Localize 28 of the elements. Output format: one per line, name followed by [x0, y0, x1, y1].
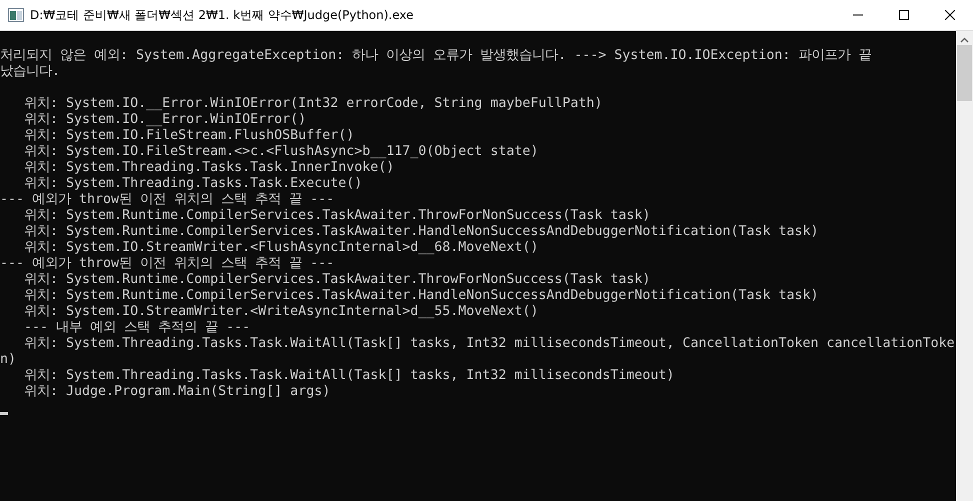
console-line: --- 예외가 throw된 이전 위치의 스택 추적 끝 ---	[0, 192, 334, 208]
console-line: 위치: System.IO.FileStream.FlushOSBuffer()	[23, 128, 354, 144]
console-line: 위치: System.Threading.Tasks.Task.Execute()	[23, 176, 362, 192]
console-line: 위치: System.Threading.Tasks.Task.InnerInvoke()	[23, 160, 394, 176]
console-line: 위치: System.IO.StreamWriter.<FlushAsyncInternal>d__68.MoveNext()	[23, 240, 538, 256]
console-line: 위치: Judge.Program.Main(String[] args)	[23, 384, 330, 400]
console-line: 위치: System.IO.FileStream.<>c.<FlushAsync>b__117_0(Object state)	[23, 144, 538, 160]
console-line: 위치: System.Threading.Tasks.Task.WaitAll(Task[] tasks, Int32 millisecondsTimeout)	[23, 368, 674, 384]
console-line: 위치: System.IO.StreamWriter.<WriteAsyncInternal>d__55.MoveNext()	[23, 304, 538, 320]
maximize-icon	[899, 10, 909, 20]
console-line: --- 예외가 throw된 이전 위치의 스택 추적 끝 ---	[0, 256, 334, 272]
console-line: 위치: System.IO.__Error.WinIOError(Int32 errorCode, String maybeFullPath)	[23, 96, 602, 112]
console-line: 위치: System.Runtime.CompilerServices.TaskAwaiter.ThrowForNonSuccess(Task task)	[23, 272, 650, 288]
console-line: 위치: System.Threading.Tasks.Task.WaitAll(Task[] tasks, Int32 millisecondsTimeout, CancellationToken cancellationToke	[23, 336, 955, 352]
console-line: n)	[0, 352, 16, 368]
console-line: 처리되지 않은 예외: System.AggregateException: 하나 이상의 오류가 발생했습니다. ---> System.IO.IOException: 파이프가 끝	[0, 48, 872, 64]
scroll-up-icon[interactable]	[960, 37, 969, 43]
console-app-icon	[8, 8, 24, 22]
console-line: 났습니다.	[0, 64, 60, 80]
close-icon	[945, 10, 955, 20]
window-title: D:₩코테 준비₩새 폴더₩섹션 2₩1. k번째 약수₩Judge(Python).exe	[30, 6, 415, 24]
console-line: 위치: System.IO.__Error.WinIOError()	[23, 112, 306, 128]
scrollbar-thumb[interactable]	[957, 45, 972, 101]
console-line: 위치: System.Runtime.CompilerServices.TaskAwaiter.HandleNonSuccessAndDebuggerNotification(Task task)	[23, 288, 819, 304]
console-line: --- 내부 예외 스택 추적의 끝 ---	[23, 320, 250, 336]
scrollbar[interactable]	[956, 31, 973, 501]
console-line: 위치: System.Runtime.CompilerServices.TaskAwaiter.HandleNonSuccessAndDebuggerNotification(Task task)	[23, 224, 819, 240]
console-line: 위치: System.Runtime.CompilerServices.TaskAwaiter.ThrowForNonSuccess(Task task)	[23, 208, 650, 224]
